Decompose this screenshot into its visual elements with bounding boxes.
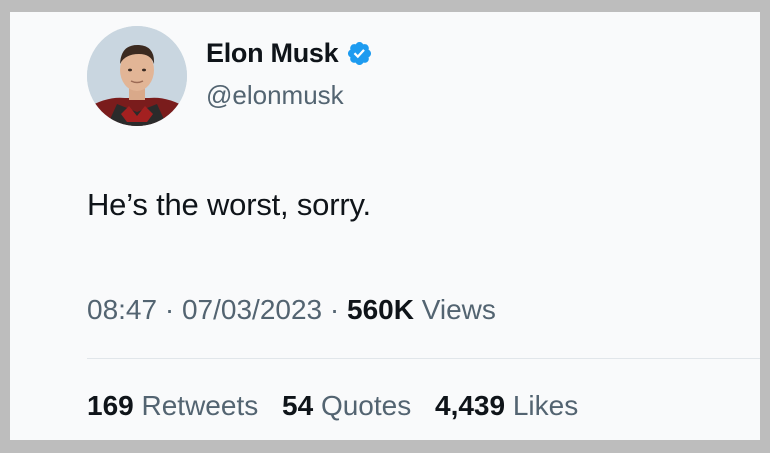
tweet-text: He’s the worst, sorry. — [87, 187, 371, 222]
tweet-time[interactable]: 08:47 — [87, 294, 157, 325]
user-handle[interactable]: @elonmusk — [206, 80, 344, 111]
tweet-date[interactable]: 07/03/2023 — [182, 294, 322, 325]
tweet-stats: 169 Retweets 54 Quotes 4,439 Likes — [87, 390, 594, 422]
meta-separator: · — [164, 294, 175, 325]
quotes-count: 54 — [282, 390, 314, 421]
verified-badge-icon — [346, 40, 373, 67]
likes-count: 4,439 — [435, 390, 506, 421]
retweets-stat[interactable]: 169 Retweets — [87, 390, 258, 421]
quotes-label: Quotes — [320, 390, 412, 421]
avatar-image — [87, 26, 187, 126]
divider — [87, 358, 760, 359]
likes-stat[interactable]: 4,439 Likes — [435, 390, 578, 421]
user-name[interactable]: Elon Musk — [206, 38, 339, 69]
retweets-count: 169 — [87, 390, 134, 421]
likes-label: Likes — [512, 390, 579, 421]
tweet-card: Elon Musk @elonmusk He’s the worst, sorr… — [10, 12, 760, 440]
retweets-label: Retweets — [141, 390, 259, 421]
user-name-row: Elon Musk — [206, 38, 373, 69]
views-count: 560K — [347, 294, 414, 325]
avatar[interactable] — [87, 26, 187, 126]
quotes-stat[interactable]: 54 Quotes — [282, 390, 411, 421]
meta-separator: · — [329, 294, 340, 325]
views-label: Views — [421, 294, 496, 325]
tweet-meta: 08:47 · 07/03/2023 · 560K Views — [87, 294, 496, 326]
